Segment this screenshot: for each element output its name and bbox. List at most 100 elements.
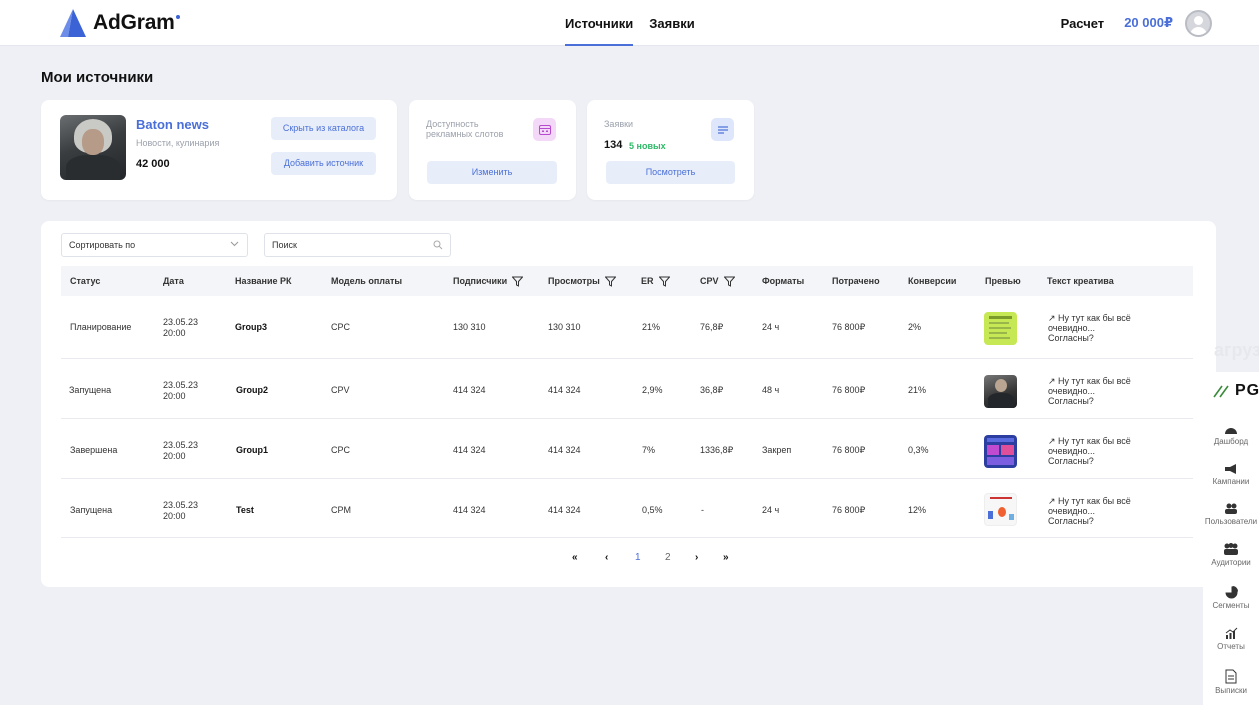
view-requests-button[interactable]: Посмотреть — [606, 161, 735, 184]
users-icon — [1225, 503, 1237, 514]
add-source-button[interactable]: Добавить источник — [271, 152, 376, 175]
cell-subscribers: 414 324 — [453, 385, 486, 395]
cell-status: Завершена — [70, 445, 118, 455]
bar-chart-icon — [1225, 627, 1237, 639]
table-row[interactable]: Планирование 23.05.23 20:00 Group3 CPC 1… — [61, 296, 1193, 359]
tab-sources[interactable]: Источники — [565, 0, 634, 46]
cell-campaign-name[interactable]: Group2 — [236, 385, 268, 395]
sidebar-item-reports[interactable]: Отчеты — [1203, 627, 1259, 651]
sort-select[interactable]: Сортировать по — [61, 233, 248, 257]
col-views[interactable]: Просмотры — [548, 266, 616, 296]
campaigns-table-card: Сортировать по Поиск Статус Дата Названи… — [41, 221, 1216, 587]
pagination-first[interactable]: « — [572, 552, 578, 563]
pagination-page-2[interactable]: 2 — [665, 552, 671, 563]
cell-views: 414 324 — [548, 445, 581, 455]
col-er[interactable]: ER — [641, 266, 670, 296]
col-payment-model: Модель оплаты — [331, 276, 403, 286]
pagination-last[interactable]: » — [723, 552, 729, 563]
tab-requests[interactable]: Заявки — [649, 0, 694, 46]
pie-chart-icon — [1225, 586, 1238, 599]
logo[interactable]: AdGram — [58, 8, 180, 38]
main-nav: Источники Заявки — [565, 0, 711, 46]
cell-format: 24 ч — [762, 505, 780, 515]
sidebar-item-campaigns[interactable]: Кампании — [1203, 463, 1259, 486]
col-spent: Потрачено — [832, 276, 880, 286]
hide-from-catalog-button[interactable]: Скрыть из каталога — [271, 117, 376, 140]
creative-text: ↗ Ну тут как бы всё очевидно... Согласны… — [1048, 436, 1131, 466]
cell-date: 23.05.23 — [163, 500, 199, 510]
sidebar-item-dashboard[interactable]: Дашборд — [1203, 423, 1259, 446]
avatar[interactable] — [1185, 9, 1212, 37]
filter-icon[interactable] — [512, 276, 524, 287]
cell-campaign-name[interactable]: Test — [236, 505, 254, 515]
cell-subscribers: 414 324 — [453, 505, 486, 515]
col-date: Дата — [163, 276, 184, 286]
slots-label: Доступность рекламных слотов — [426, 119, 504, 139]
search-input[interactable]: Поиск — [264, 233, 451, 257]
chevron-down-icon — [230, 241, 239, 247]
pencil-icon: ↗ — [1048, 436, 1059, 446]
slashes-icon — [1213, 385, 1229, 398]
table-row[interactable]: Запущена 23.05.23 20:00 Group2 CPV 414 3… — [61, 359, 1193, 419]
cell-conversions: 21% — [908, 385, 927, 395]
cell-er: 0,5% — [642, 505, 663, 515]
ghost-text: агруз — [1214, 340, 1259, 360]
col-subscribers[interactable]: Подписчики — [453, 266, 524, 296]
cell-er: 2,9% — [642, 385, 663, 395]
creative-text: ↗ Ну тут как бы всё очевидно... Согласны… — [1048, 376, 1131, 406]
balance[interactable]: 20 000₽ — [1124, 15, 1173, 31]
cell-conversions: 0,3% — [908, 445, 929, 455]
cell-status: Запущена — [70, 505, 113, 515]
preview-thumbnail[interactable] — [984, 312, 1017, 345]
megaphone-icon — [1225, 464, 1236, 474]
cell-campaign-name[interactable]: Group3 — [235, 322, 267, 332]
cell-spent: 76 800₽ — [832, 385, 866, 395]
table-row[interactable]: Запущена 23.05.23 20:00 Test CPM 414 324… — [61, 479, 1193, 538]
sort-select-value: Сортировать по — [69, 240, 136, 250]
cell-spent: 76 800₽ — [832, 505, 866, 515]
pagination-next[interactable]: › — [695, 552, 698, 563]
cell-time: 20:00 — [163, 391, 186, 401]
cell-campaign-name[interactable]: Group1 — [236, 445, 268, 455]
audience-icon — [1224, 543, 1238, 555]
table-row[interactable]: Завершена 23.05.23 20:00 Group1 CPC 414 … — [61, 419, 1193, 479]
cell-views: 414 324 — [548, 505, 581, 515]
sidebar-item-segments[interactable]: Сегменты — [1203, 586, 1259, 610]
cell-er: 7% — [642, 445, 656, 455]
col-status: Статус — [70, 276, 101, 286]
raschet-link[interactable]: Расчет — [1061, 16, 1105, 31]
pagination-prev[interactable]: ‹ — [605, 552, 608, 563]
cell-subscribers: 414 324 — [453, 445, 486, 455]
sidebar-item-audiences[interactable]: Аудитории — [1203, 543, 1259, 567]
filter-icon[interactable] — [723, 276, 735, 287]
change-slots-button[interactable]: Изменить — [427, 161, 557, 184]
cell-format: 48 ч — [762, 385, 780, 395]
creative-text: ↗ Ну тут как бы всё очевидно... Согласны… — [1048, 496, 1131, 526]
source-name[interactable]: Baton news — [136, 117, 209, 132]
cell-time: 20:00 — [163, 511, 186, 521]
pencil-icon: ↗ — [1048, 376, 1059, 386]
source-count: 42 000 — [136, 158, 170, 170]
cell-format: 24 ч — [762, 322, 780, 332]
requests-card: Заявки 134 5 новых Посмотреть — [587, 100, 754, 200]
sidebar-brand: PG — [1213, 382, 1259, 400]
preview-thumbnail[interactable] — [984, 435, 1017, 468]
sidebar-item-users[interactable]: Пользователи — [1203, 503, 1259, 526]
filter-icon[interactable] — [604, 276, 616, 287]
logo-dot — [175, 15, 180, 19]
cell-model: CPC — [331, 445, 351, 455]
pencil-icon: ↗ — [1048, 313, 1059, 323]
pagination-page-1[interactable]: 1 — [635, 552, 641, 563]
cell-conversions: 2% — [908, 322, 922, 332]
col-formats: Форматы — [762, 276, 805, 286]
header-right: Расчет 20 000₽ — [1061, 0, 1212, 46]
col-cpv[interactable]: CPV — [700, 266, 735, 296]
cell-time: 20:00 — [163, 328, 186, 338]
top-header: AdGram Источники Заявки Расчет 20 000₽ — [0, 0, 1259, 46]
search-icon — [433, 240, 443, 250]
preview-thumbnail[interactable] — [984, 375, 1017, 408]
sidebar-item-statements[interactable]: Выписки — [1203, 669, 1259, 695]
source-category: Новости, кулинария — [136, 138, 220, 148]
filter-icon[interactable] — [658, 276, 670, 287]
preview-thumbnail[interactable] — [984, 493, 1017, 526]
